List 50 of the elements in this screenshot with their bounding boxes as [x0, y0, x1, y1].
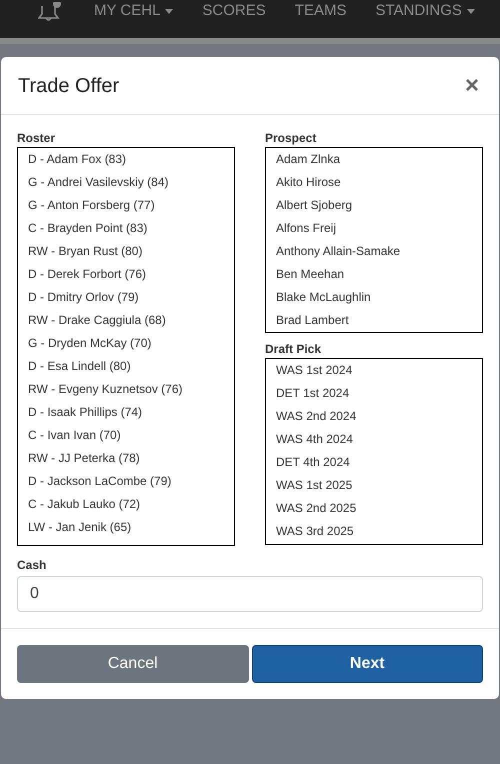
roster-option[interactable]: D - Isaak Phillips (74) — [18, 401, 234, 424]
draft-pick-label: Draft Pick — [265, 342, 322, 356]
roster-option[interactable]: RW - Bryan Rust (80) — [18, 240, 234, 263]
prospect-option[interactable]: Adam Zlnka — [266, 148, 482, 171]
prospect-option[interactable]: Albert Sjoberg — [266, 194, 482, 217]
draft-pick-option[interactable]: DET 4th 2024 — [266, 451, 482, 474]
roster-option[interactable]: C - Jakub Lauko (72) — [18, 493, 234, 516]
dialog-title: Trade Offer — [18, 74, 120, 98]
roster-option[interactable]: RW - JJ Peterka (78) — [18, 447, 234, 470]
draft-pick-option[interactable]: WAS 1st 2025 — [266, 474, 482, 497]
next-button[interactable]: Next — [252, 645, 483, 683]
draft-pick-list[interactable]: WAS 1st 2024 DET 1st 2024 WAS 2nd 2024 WAS 4th 2024 DET 4th 2024 WAS 1st 2025 WAS 2nd 2025 WAS 3rd 2025 — [265, 358, 483, 545]
prospect-option[interactable]: Ben Meehan — [266, 263, 482, 286]
draft-pick-option[interactable]: WAS 3rd 2025 — [266, 520, 482, 543]
bell-icon[interactable] — [38, 2, 64, 24]
roster-option[interactable]: G - Andrei Vasilevskiy (84) — [18, 171, 234, 194]
draft-pick-option[interactable]: WAS 2nd 2025 — [266, 497, 482, 520]
cash-input[interactable]: 0 — [17, 576, 483, 612]
roster-option[interactable]: D - Adam Fox (83) — [18, 148, 234, 171]
roster-option[interactable]: D - Jackson LaCombe (79) — [18, 470, 234, 493]
roster-option[interactable]: D - Esa Lindell (80) — [18, 355, 234, 378]
close-button[interactable]: × — [460, 74, 483, 98]
prospect-list[interactable]: Adam Zlnka Akito Hirose Albert Sjoberg Alfons Freij Anthony Allain-Samake Ben Meehan Blake McLaughlin Brad Lambert — [265, 147, 483, 333]
roster-option[interactable]: G - Anton Forsberg (77) — [18, 194, 234, 217]
roster-option[interactable]: D - Dmitry Orlov (79) — [18, 286, 234, 309]
roster-option[interactable]: LW - Jan Jenik (65) — [18, 516, 234, 539]
cash-label: Cash — [17, 558, 48, 572]
prospect-option[interactable]: Anthony Allain-Samake — [266, 240, 482, 263]
prospect-option[interactable]: Alfons Freij — [266, 217, 482, 240]
draft-pick-option[interactable]: WAS 1st 2024 — [266, 359, 482, 382]
roster-option[interactable]: RW - Drake Caggiula (68) — [18, 309, 234, 332]
roster-option[interactable]: G - Dryden McKay (70) — [18, 332, 234, 355]
prospect-option[interactable]: Brad Lambert — [266, 309, 482, 332]
prospect-option[interactable]: Blake McLaughlin — [266, 286, 482, 309]
nav-link[interactable]: STANDINGS — [375, 2, 475, 20]
draft-pick-option[interactable]: DET 1st 2024 — [266, 382, 482, 405]
nav-link[interactable]: TEAMS — [294, 2, 346, 20]
roster-label: Roster — [17, 131, 56, 145]
roster-option[interactable]: RW - Evgeny Kuznetsov (76) — [18, 378, 234, 401]
draft-pick-option[interactable]: WAS 2nd 2024 — [266, 405, 482, 428]
roster-option[interactable]: C - Brayden Point (83) — [18, 217, 234, 240]
roster-option[interactable]: C - Ivan Ivan (70) — [18, 424, 234, 447]
cancel-button[interactable]: Cancel — [17, 645, 248, 683]
prospect-label: Prospect — [265, 131, 318, 145]
roster-list[interactable] — [17, 147, 235, 546]
nav-link[interactable]: MY CEHL — [94, 2, 174, 20]
prospect-option[interactable]: Akito Hirose — [266, 171, 482, 194]
draft-pick-option[interactable]: WAS 4th 2024 — [266, 428, 482, 451]
roster-option[interactable]: D - Derek Forbort (76) — [18, 263, 234, 286]
nav-link[interactable]: SCORES — [202, 2, 266, 20]
